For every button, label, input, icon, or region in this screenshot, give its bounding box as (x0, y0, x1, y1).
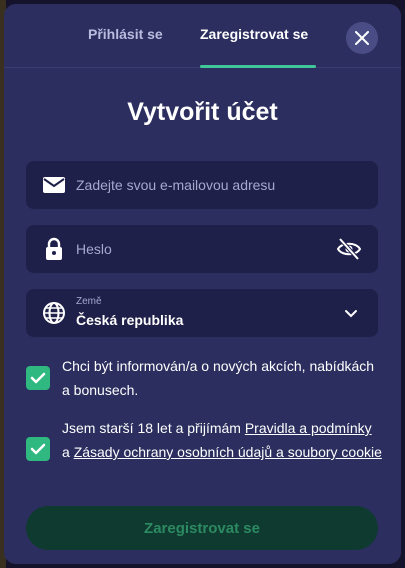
terms-checkbox[interactable] (26, 437, 50, 461)
country-value: Česká republika (76, 312, 184, 328)
password-field (26, 225, 378, 273)
auth-tabs: Přihlásit se Zaregistrovat se (4, 4, 401, 68)
country-label: Země (76, 296, 102, 307)
tab-login[interactable]: Přihlásit se (88, 26, 163, 42)
mail-icon (43, 177, 65, 193)
checkmark-icon (30, 372, 46, 384)
close-button[interactable] (346, 22, 378, 54)
lock-icon (46, 237, 62, 260)
checkmark-icon (30, 443, 46, 455)
newsletter-label: Chci být informován/a o nových akcích, n… (62, 358, 375, 398)
terms-text-middle: a (62, 444, 74, 460)
active-tab-indicator (200, 65, 316, 68)
password-input[interactable] (76, 225, 326, 273)
register-submit-button[interactable]: Zaregistrovat se (26, 506, 378, 550)
newsletter-checkbox[interactable] (26, 366, 50, 390)
register-modal: Přihlásit se Zaregistrovat se Vytvořit ú… (4, 4, 401, 564)
privacy-link[interactable]: Zásady ochrany osobních údajů a soubory … (74, 444, 382, 460)
chevron-down-icon (345, 310, 357, 318)
eye-off-icon[interactable] (336, 237, 362, 261)
email-input[interactable] (76, 161, 326, 209)
page-title: Vytvořit účet (127, 98, 278, 126)
tab-register[interactable]: Zaregistrovat se (200, 26, 308, 42)
email-field (26, 161, 378, 209)
country-select[interactable]: Země Česká republika (26, 289, 378, 337)
globe-icon (43, 302, 65, 324)
close-icon (355, 31, 369, 45)
terms-label: Jsem starší 18 let a přijímám Pravidla a… (62, 416, 382, 464)
terms-text-before: Jsem starší 18 let a přijímám (62, 420, 245, 436)
terms-link[interactable]: Pravidla a podmínky (245, 420, 372, 436)
